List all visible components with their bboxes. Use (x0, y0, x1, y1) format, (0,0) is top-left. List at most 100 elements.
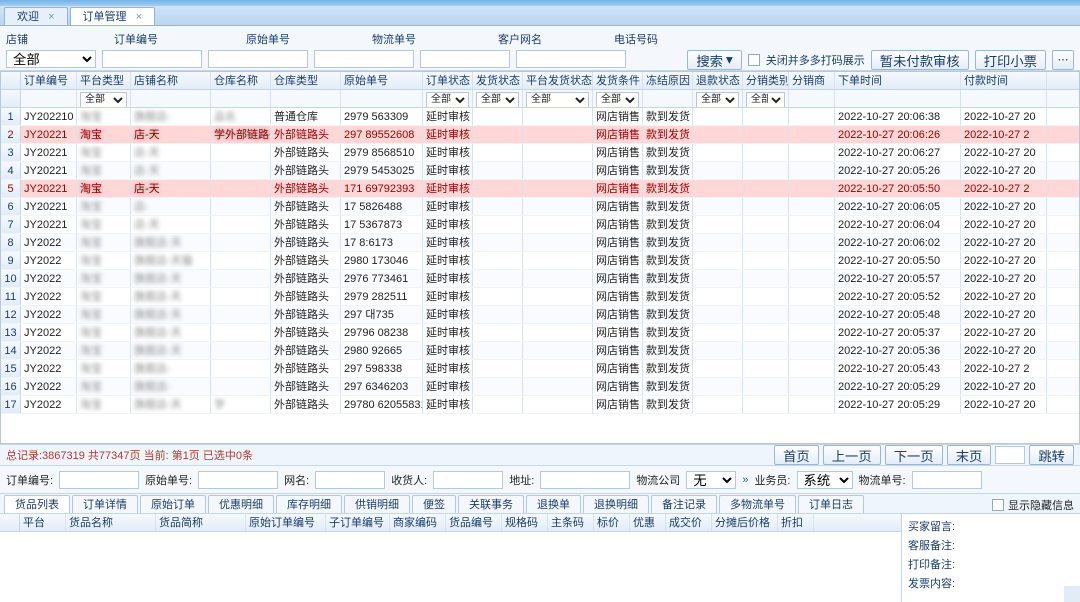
col-plattype[interactable]: 平台类型 (77, 72, 131, 89)
show-hidden-label: 显示隐藏信息 (1008, 497, 1074, 513)
col-freeze[interactable]: 冻结原因 (643, 72, 693, 89)
dcol-off[interactable]: 折扣 (778, 514, 814, 531)
dcol-plat[interactable]: 平台 (20, 514, 66, 531)
table-row[interactable]: 13JY2022淘宝旗舰店-天外部链路头29796 08238延时审核网店销售款… (1, 324, 1079, 342)
first-page-button[interactable]: 首页 (774, 445, 819, 465)
netname-input[interactable] (315, 471, 385, 489)
tab-order-management[interactable]: 订单管理 × (70, 7, 156, 25)
table-row[interactable]: 7JY20221淘宝店-天外部链路头17 5367873延时审核网店销售款到发货… (1, 216, 1079, 234)
filter-disttype[interactable]: 全部 (746, 92, 785, 108)
filter-platship[interactable]: 全部 (526, 92, 589, 108)
dcol-short[interactable]: 货品简称 (156, 514, 246, 531)
close-icon[interactable]: × (136, 11, 142, 23)
col-shipstate[interactable]: 发货状态 (473, 72, 523, 89)
audit-pay-button[interactable]: 暂未付款审核 (871, 50, 969, 70)
col-whtype[interactable]: 仓库类型 (271, 72, 341, 89)
staff-select[interactable]: 系统 (797, 471, 853, 489)
orderno-input[interactable] (102, 50, 202, 68)
custname-input[interactable] (420, 50, 510, 68)
itab-note[interactable]: 便签 (412, 495, 456, 513)
close-extra-checkbox[interactable] (748, 54, 760, 66)
print-small-button[interactable]: 打印小票 (975, 50, 1046, 70)
col-disttype[interactable]: 分销类别 (743, 72, 789, 89)
table-row[interactable]: 9JY2022淘宝旗舰店-天猫外部链路头2980 173046延时审核网店销售款… (1, 252, 1079, 270)
logino-input[interactable] (314, 50, 414, 68)
arrow-icon[interactable]: » (742, 474, 748, 486)
itab-supply-detail[interactable]: 供销明细 (344, 495, 410, 513)
page-jump-input[interactable] (995, 446, 1025, 464)
itab-multi-logi[interactable]: 多物流单号 (719, 495, 796, 513)
col-orig[interactable]: 原始单号 (341, 72, 423, 89)
table-row[interactable]: 12JY2022淘宝旗舰店-天外部链路头297 대735延时审核网店销售款到发货… (1, 306, 1079, 324)
itab-order-log[interactable]: 订单日志 (798, 495, 864, 513)
dcol-goods[interactable]: 货品编号 (446, 514, 502, 531)
dcol-deal[interactable]: 成交价 (666, 514, 712, 531)
dcol-spec[interactable]: 规格码 (502, 514, 548, 531)
table-row[interactable]: 5JY20221淘宝店-天外部链路头171 69792393延时审核网店销售款到… (1, 180, 1079, 198)
table-row[interactable]: 15JY2022淘宝旗舰店-外部链路头297 598338延时审核网店销售款到发… (1, 360, 1079, 378)
table-row[interactable]: 2JY20221淘宝店-天学外部链路头外部链路头297 89552608延时审核… (1, 126, 1079, 144)
dcol-name[interactable]: 货品名称 (66, 514, 156, 531)
table-row[interactable]: 16JY2022淘宝旗舰店-外部链路头297 6346203延时审核网店销售款到… (1, 378, 1079, 396)
filter-shipstate[interactable]: 全部 (476, 92, 519, 108)
col-orderid[interactable]: 订单编号 (21, 72, 77, 89)
itab-goods-list[interactable]: 货品列表 (4, 495, 70, 513)
close-icon[interactable]: × (48, 11, 54, 23)
orderno2-input[interactable] (59, 471, 139, 489)
itab-return-detail[interactable]: 退换明细 (583, 495, 649, 513)
origno2-input[interactable] (198, 471, 278, 489)
dcol-price[interactable]: 标价 (594, 514, 630, 531)
filter-refund[interactable]: 全部 (696, 92, 739, 108)
phone-input[interactable] (516, 50, 626, 68)
table-row[interactable]: 4JY20221淘宝店-天外部链路头2979 5453025延时审核网店销售款到… (1, 162, 1079, 180)
col-warehouse[interactable]: 仓库名称 (211, 72, 271, 89)
label-custname: 客户网名 (498, 31, 542, 47)
last-page-button[interactable]: 末页 (947, 445, 992, 465)
col-refund[interactable]: 退款状态 (693, 72, 743, 89)
col-shopname[interactable]: 店铺名称 (131, 72, 211, 89)
itab-order-detail[interactable]: 订单详情 (72, 495, 138, 513)
table-row[interactable]: 3JY20221淘宝店-天外部链路头2979 8568510延时审核网店销售款到… (1, 144, 1079, 162)
col-platship[interactable]: 平台发货状态 (523, 72, 593, 89)
filter-plattype[interactable]: 全部 (80, 92, 127, 108)
itab-remark-record[interactable]: 备注记录 (651, 495, 717, 513)
more-button[interactable]: ⋯ (1052, 50, 1074, 70)
addr-input[interactable] (540, 471, 630, 489)
origno-input[interactable] (208, 50, 308, 68)
table-row[interactable]: 8JY2022淘宝旗舰店-天外部链路头17 8:6173延时审核网店销售款到发货… (1, 234, 1079, 252)
tab-welcome[interactable]: 欢迎 × (4, 7, 68, 25)
filter-ordstate[interactable]: 全部 (426, 92, 469, 108)
search-button[interactable]: 搜索 ▾ (687, 50, 741, 70)
dcol-disc[interactable]: 优惠 (630, 514, 666, 531)
table-row[interactable]: 10JY2022淘宝旗舰店-天外部链路头2976 773461延时审核网店销售款… (1, 270, 1079, 288)
itab-original-order[interactable]: 原始订单 (140, 495, 206, 513)
col-ordstate[interactable]: 订单状态 (423, 72, 473, 89)
table-row[interactable]: 17JY2022淘宝旗舰店-天学外部链路头29780 620558314延时审核… (1, 396, 1079, 414)
dcol-share[interactable]: 分摊后价格 (712, 514, 778, 531)
prev-page-button[interactable]: 上一页 (823, 445, 881, 465)
dcol-bar[interactable]: 主条码 (548, 514, 594, 531)
table-row[interactable]: 1JY202210淘宝旗舰店-品名普通仓库2979 563309延时审核网店销售… (1, 108, 1079, 126)
logino2-input[interactable] (912, 471, 982, 489)
col-shipcond[interactable]: 发货条件 (593, 72, 643, 89)
itab-return-order[interactable]: 退换单 (526, 495, 581, 513)
recv-input[interactable] (433, 471, 503, 489)
table-row[interactable]: 6JY20221淘宝店-外部链路头17 5826488延时审核网店销售款到发货2… (1, 198, 1079, 216)
shop-select[interactable]: 全部 (6, 50, 96, 68)
jump-page-button[interactable]: 跳转 (1029, 445, 1074, 465)
dcol-orig[interactable]: 原始订单编号 (246, 514, 326, 531)
dcol-sub[interactable]: 子订单编号 (326, 514, 390, 531)
show-hidden-checkbox[interactable] (992, 499, 1004, 511)
filter-shipcond[interactable]: 全部 (596, 92, 639, 108)
logi-select[interactable]: 无 (686, 471, 736, 489)
itab-discount-detail[interactable]: 优惠明细 (208, 495, 274, 513)
dcol-merch[interactable]: 商家编码 (390, 514, 446, 531)
col-dist[interactable]: 分销商 (789, 72, 835, 89)
col-time2[interactable]: 付款时间 (961, 72, 1047, 89)
itab-related-affairs[interactable]: 关联事务 (458, 495, 524, 513)
table-row[interactable]: 11JY2022淘宝旗舰店-天外部链路头2979 282511延时审核网店销售款… (1, 288, 1079, 306)
itab-stock-detail[interactable]: 库存明细 (276, 495, 342, 513)
table-row[interactable]: 14JY2022淘宝旗舰店-天外部链路头2980 92665延时审核网店销售款到… (1, 342, 1079, 360)
col-time1[interactable]: 下单时间 (835, 72, 961, 89)
next-page-button[interactable]: 下一页 (885, 445, 943, 465)
